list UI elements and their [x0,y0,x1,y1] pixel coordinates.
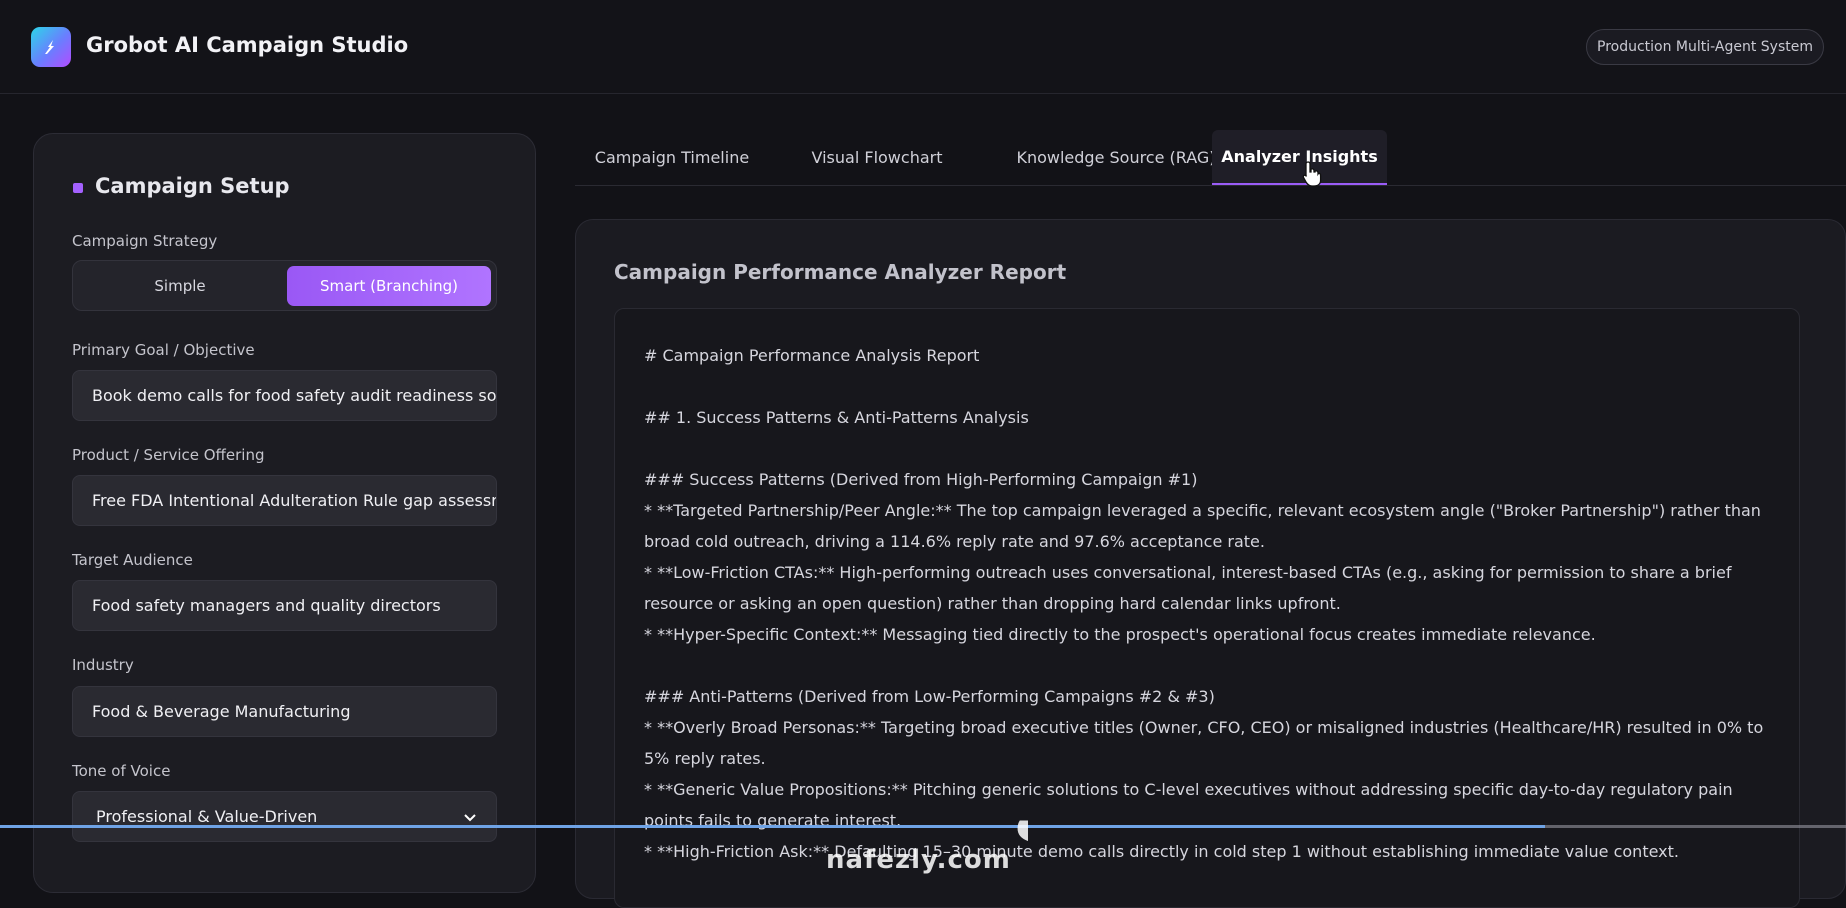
strategy-label: Campaign Strategy [72,232,218,250]
system-badge: Production Multi-Agent System [1586,29,1824,65]
chevron-down-icon [464,813,476,821]
strategy-simple-button[interactable]: Simple [78,266,282,306]
tab-analyzer-insights[interactable]: Analyzer Insights [1212,130,1387,185]
offering-input[interactable]: Free FDA Intentional Adulteration Rule g… [72,475,497,526]
square-bullet-icon [73,183,83,193]
video-progress-fill [0,825,1546,828]
audience-label: Target Audience [72,551,193,569]
audience-input[interactable]: Food safety managers and quality directo… [72,580,497,631]
report-line: * **Overly Broad Personas:** Targeting b… [644,718,1764,737]
report-line: # Campaign Performance Analysis Report [644,346,980,365]
report-line: ## 1. Success Patterns & Anti-Patterns A… [644,408,1029,427]
report-title: Campaign Performance Analyzer Report [614,260,1067,284]
strategy-toggle: Simple Smart (Branching) [72,260,497,311]
report-blank-line [644,371,1774,402]
bolt-icon [31,27,71,67]
goal-label: Primary Goal / Objective [72,341,255,359]
report-line: resource or asking an open question) rat… [644,594,1341,613]
main-tabs: Campaign Timeline Visual Flowchart Knowl… [575,130,1846,186]
report-line: * **Targeted Partnership/Peer Angle:** T… [644,501,1761,520]
svg-text:نفذلي: نفذلي [1013,766,1028,851]
hand-pointer-icon [1302,161,1322,187]
goal-input[interactable]: Book demo calls for food safety audit re… [72,370,497,421]
strategy-smart-button[interactable]: Smart (Branching) [287,266,491,306]
industry-input[interactable]: Food & Beverage Manufacturing [72,686,497,737]
report-blank-line [644,433,1774,464]
industry-label: Industry [72,656,134,674]
report-line: * **Hyper-Specific Context:** Messaging … [644,625,1596,644]
tone-select[interactable]: Professional & Value-Driven [72,791,497,842]
app-title: Grobot AI Campaign Studio [86,33,409,57]
setup-title: Campaign Setup [95,174,290,198]
tab-campaign-timeline[interactable]: Campaign Timeline [575,130,769,185]
tab-visual-flowchart[interactable]: Visual Flowchart [780,130,974,185]
report-line: ### Success Patterns (Derived from High-… [644,470,1198,489]
report-blank-line [644,650,1774,681]
app-header: Grobot AI Campaign Studio Production Mul… [0,0,1846,94]
offering-label: Product / Service Offering [72,446,265,464]
report-line: broad cold outreach, driving a 114.6% re… [644,532,1265,551]
report-line: ### Anti-Patterns (Derived from Low-Perf… [644,687,1215,706]
report-line: * **Low-Friction CTAs:** High-performing… [644,563,1732,582]
tone-select-value: Professional & Value-Driven [96,807,318,826]
tone-label: Tone of Voice [72,762,171,780]
